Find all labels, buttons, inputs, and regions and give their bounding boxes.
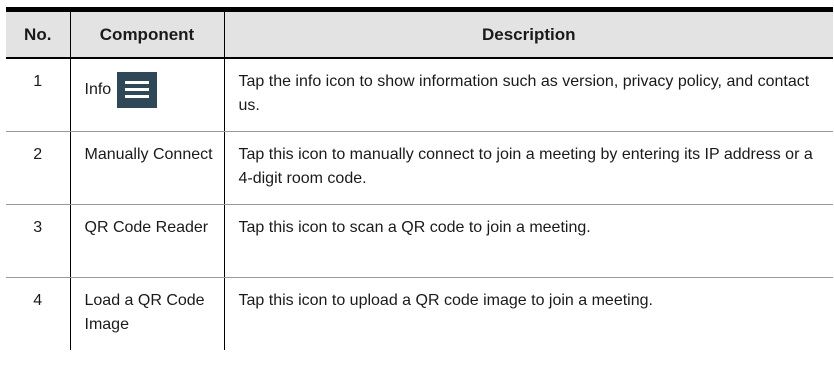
row-component: Info <box>69 58 225 132</box>
table-row: 1 Info Tap the info icon to show informa… <box>6 58 833 132</box>
row-description: Tap this icon to manually connect to joi… <box>223 131 833 205</box>
component-table: No. Component Description 1 Info Tap the… <box>6 7 833 350</box>
menu-icon <box>117 72 158 108</box>
table-row: 3 QR Code Reader Tap this icon to scan a… <box>6 204 833 278</box>
row-description: Tap this icon to upload a QR code image … <box>223 277 833 350</box>
component-label: Info <box>84 81 112 98</box>
row-component: Manually Connect <box>69 131 225 205</box>
row-number: 1 <box>6 58 71 132</box>
header-component: Component <box>69 7 225 59</box>
header-description: Description <box>223 7 833 59</box>
row-description: Tap this icon to scan a QR code to join … <box>223 204 833 278</box>
table-row: 2 Manually Connect Tap this icon to manu… <box>6 131 833 205</box>
row-number: 4 <box>6 277 71 350</box>
row-description: Tap the info icon to show information su… <box>223 58 833 132</box>
row-component: Load a QR Code Image <box>69 277 225 350</box>
row-number: 3 <box>6 204 71 278</box>
info-component-cell: Info <box>85 72 218 108</box>
table-row: 4 Load a QR Code Image Tap this icon to … <box>6 277 833 350</box>
row-component: QR Code Reader <box>69 204 225 278</box>
header-no: No. <box>6 7 71 59</box>
table-header-row: No. Component Description <box>6 7 833 59</box>
component-table-container: No. Component Description 1 Info Tap the… <box>6 7 833 350</box>
row-number: 2 <box>6 131 71 205</box>
